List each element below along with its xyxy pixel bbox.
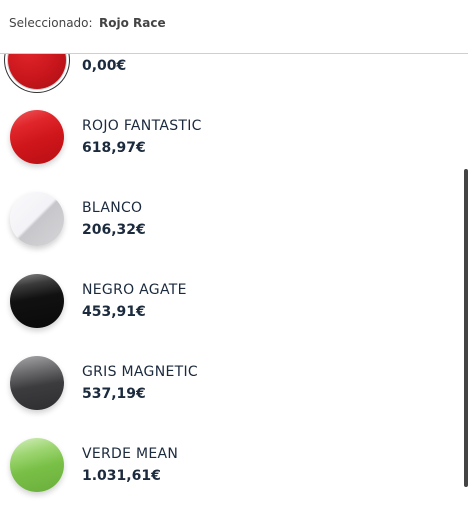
color-price: 206,32€ [82,222,146,238]
color-price: 1.031,61€ [82,468,161,484]
color-swatch-verde-mean[interactable] [10,438,64,492]
color-name: BLANCO [82,200,143,216]
scrollbar-thumb[interactable] [464,169,468,487]
color-name: NEGRO AGATE [82,282,187,298]
color-price: 618,97€ [82,140,146,156]
color-swatch-blanco[interactable] [10,192,64,246]
color-name: GRIS MAGNETIC [82,364,198,380]
color-price: 0,00€ [82,58,127,74]
color-options-list: 0,00€ ROJO FANTASTIC 618,97€ BLANCO 206,… [0,0,466,514]
color-swatch-rojo-fantastic[interactable] [10,110,64,164]
selection-header: Seleccionado: Rojo Race [0,0,468,54]
color-option-verde-mean[interactable]: VERDE MEAN 1.031,61€ [0,428,460,510]
color-option-blanco[interactable]: BLANCO 206,32€ [0,182,460,264]
selected-value: Rojo Race [99,16,166,30]
color-option-gris-magnetic[interactable]: GRIS MAGNETIC 537,19€ [0,346,460,428]
color-price: 453,91€ [82,304,146,320]
color-option-rojo-fantastic[interactable]: ROJO FANTASTIC 618,97€ [0,100,460,182]
color-swatch-negro-agate[interactable] [10,274,64,328]
color-name: VERDE MEAN [82,446,179,462]
color-name: ROJO FANTASTIC [82,118,202,134]
color-swatch-gris-magnetic[interactable] [10,356,64,410]
color-price: 537,19€ [82,386,146,402]
color-option-negro-agate[interactable]: NEGRO AGATE 453,91€ [0,264,460,346]
selected-label: Seleccionado: [9,16,93,30]
scrollbar[interactable] [464,56,468,514]
